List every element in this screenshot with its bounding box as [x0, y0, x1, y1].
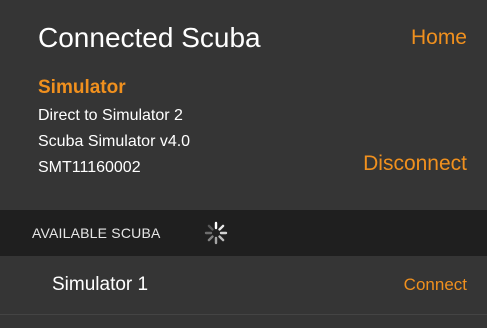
available-section-header: AVAILABLE SCUBA — [0, 210, 487, 256]
connected-device-name: Simulator — [38, 77, 126, 98]
device-model-text: Scuba Simulator v4.0 — [38, 133, 191, 150]
connected-device-panel: Connected Scuba Home Simulator Direct to… — [0, 0, 487, 210]
available-section-label: AVAILABLE SCUBA — [32, 225, 161, 241]
device-name-label: Simulator 1 — [52, 274, 149, 295]
device-serial-text: SMT11160002 — [38, 159, 141, 176]
list-item[interactable] — [0, 315, 487, 328]
connect-button[interactable]: Connect — [404, 274, 467, 296]
home-button[interactable]: Home — [411, 24, 467, 52]
page-title: Connected Scuba — [38, 22, 261, 53]
connection-type-text: Direct to Simulator 2 — [38, 107, 183, 124]
disconnect-button[interactable]: Disconnect — [363, 150, 467, 178]
list-item[interactable]: Simulator 1 Connect — [0, 256, 487, 315]
spinner-icon — [204, 221, 228, 245]
